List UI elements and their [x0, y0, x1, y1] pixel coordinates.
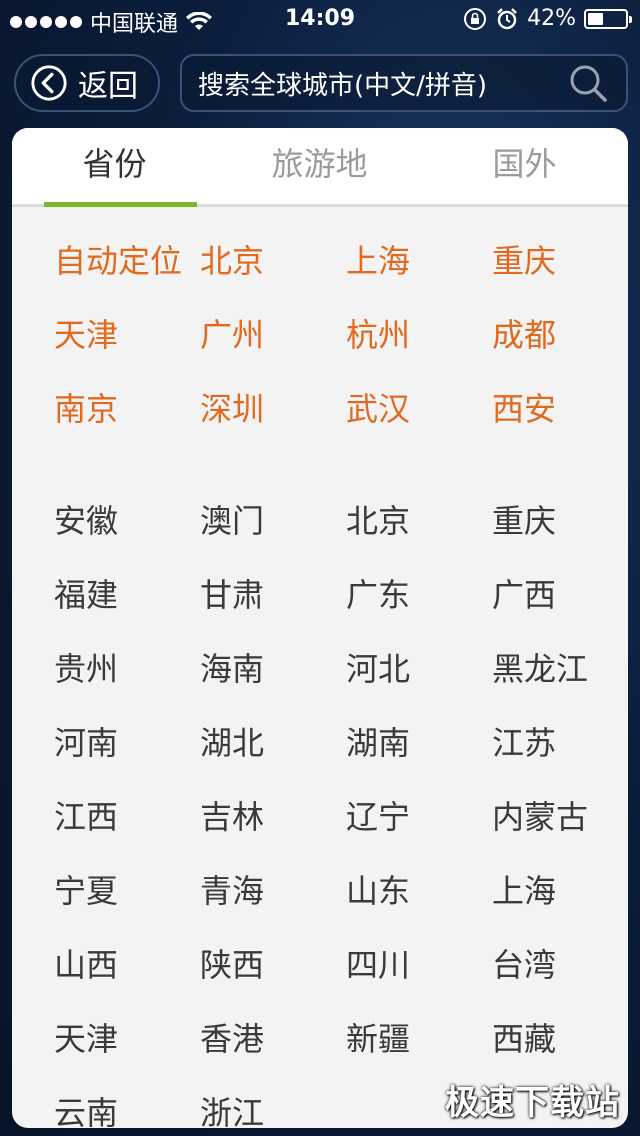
hot-city-item[interactable]: 西安 [492, 384, 628, 430]
province-grid: 安徽 澳门 北京 重庆 福建 甘肃 广东 广西 贵州 海南 河北 黑龙江 河南 湖北 湖南 江苏 江西 吉林 辽宁内… [54, 482, 628, 1128]
province-item[interactable]: 北京 [346, 496, 492, 542]
province-item[interactable]: 青海 [200, 866, 346, 912]
hot-city-item[interactable]: 南京 [54, 384, 200, 430]
hot-city-item[interactable]: 北京 [200, 236, 346, 282]
hot-city-item[interactable]: 广州 [200, 310, 346, 356]
province-row: 山西 陕西 四川 台湾 [54, 926, 628, 1000]
province-item[interactable]: 山东 [346, 866, 492, 912]
province-item[interactable]: 江苏 [492, 718, 628, 764]
back-label: 返回 [78, 69, 138, 104]
hot-city-item[interactable]: 天津 [54, 310, 200, 356]
province-row: 安徽 澳门 北京 重庆 [54, 482, 628, 556]
province-item[interactable]: 湖北 [200, 718, 346, 764]
province-item[interactable]: 河北 [346, 644, 492, 690]
search-input[interactable]: 搜索全球城市(中文/拼音) [180, 54, 628, 112]
province-item[interactable]: 广东 [346, 570, 492, 616]
province-item[interactable]: 浙江 [200, 1088, 346, 1128]
status-right: 42% [463, 6, 632, 31]
rotation-lock-icon [464, 7, 487, 30]
province-row: 福建 甘肃 广东 广西 [54, 556, 628, 630]
battery-percent: 42% [527, 6, 576, 31]
battery-icon [584, 8, 632, 29]
province-item[interactable]: 广西 [492, 570, 628, 616]
province-item[interactable]: 河南 [54, 718, 200, 764]
province-item[interactable]: 香港 [200, 1014, 346, 1060]
watermark: 极速下载站 [445, 1083, 620, 1123]
back-button[interactable]: 返回 [14, 54, 160, 112]
tab-bar: 省份 旅游地 国外 [12, 128, 628, 207]
province-item[interactable]: 内蒙古 [492, 792, 628, 838]
province-item[interactable]: 台湾 [492, 940, 628, 986]
hot-city-item[interactable]: 成都 [492, 310, 628, 356]
hot-city-row: 南京 深圳 武汉 西安 [54, 370, 628, 444]
province-item[interactable]: 宁夏 [54, 866, 200, 912]
province-item[interactable]: 福建 [54, 570, 200, 616]
province-item[interactable]: 辽宁 [346, 792, 492, 838]
tab-provinces[interactable]: 省份 [12, 128, 217, 207]
province-item[interactable]: 安徽 [54, 496, 200, 542]
province-item[interactable]: 甘肃 [200, 570, 346, 616]
city-picker-panel: 省份 旅游地 国外 自动定位 北京 上海 重庆 天津 广州 杭州 成都 南京 深圳 武汉 西安 安徽澳… [12, 128, 628, 1128]
province-row: 江西 吉林 辽宁 内蒙古 [54, 778, 628, 852]
province-row: 宁夏 青海 山东 上海 [54, 852, 628, 926]
province-item[interactable]: 四川 [346, 940, 492, 986]
province-item[interactable]: 海南 [200, 644, 346, 690]
battery-fill [588, 12, 603, 25]
province-item[interactable]: 江西 [54, 792, 200, 838]
province-item[interactable]: 黑龙江 [492, 644, 628, 690]
province-item[interactable]: 贵州 [54, 644, 200, 690]
tab-travel-destinations[interactable]: 旅游地 [217, 128, 422, 204]
hot-city-grid: 自动定位 北京 上海 重庆 天津 广州 杭州 成都 南京 深圳 武汉 西安 [54, 222, 628, 444]
hot-city-item[interactable]: 重庆 [492, 236, 628, 282]
hot-city-row: 自动定位 北京 上海 重庆 [54, 222, 628, 296]
province-row: 天津 香港 新疆 西藏 [54, 1000, 628, 1074]
province-item[interactable]: 西藏 [492, 1014, 628, 1060]
search-icon[interactable] [568, 63, 608, 103]
province-item[interactable]: 上海 [492, 866, 628, 912]
province-item[interactable]: 澳门 [200, 496, 346, 542]
hot-city-item[interactable]: 杭州 [346, 310, 492, 356]
province-item[interactable]: 重庆 [492, 496, 628, 542]
header: 返回 搜索全球城市(中文/拼音) [0, 50, 640, 116]
province-item[interactable]: 吉林 [200, 792, 346, 838]
search-placeholder: 搜索全球城市(中文/拼音) [198, 70, 488, 101]
province-item[interactable]: 云南 [54, 1088, 200, 1128]
tab-overseas[interactable]: 国外 [422, 128, 627, 204]
province-item[interactable]: 新疆 [346, 1014, 492, 1060]
province-item[interactable]: 湖南 [346, 718, 492, 764]
province-item[interactable]: 天津 [54, 1014, 200, 1060]
province-row: 贵州 海南 河北 黑龙江 [54, 630, 628, 704]
back-arrow-icon [31, 65, 67, 101]
hot-city-item[interactable]: 武汉 [346, 384, 492, 430]
province-item[interactable]: 陕西 [200, 940, 346, 986]
hot-city-item[interactable]: 自动定位 [54, 236, 200, 282]
hot-city-item[interactable]: 上海 [346, 236, 492, 282]
status-bar: 中国联通 14:09 42% [0, 0, 640, 40]
hot-city-item[interactable]: 深圳 [200, 384, 346, 430]
province-item[interactable]: 山西 [54, 940, 200, 986]
province-row: 河南 湖北 湖南 江苏 [54, 704, 628, 778]
alarm-icon [497, 7, 517, 29]
hot-city-row: 天津 广州 杭州 成都 [54, 296, 628, 370]
